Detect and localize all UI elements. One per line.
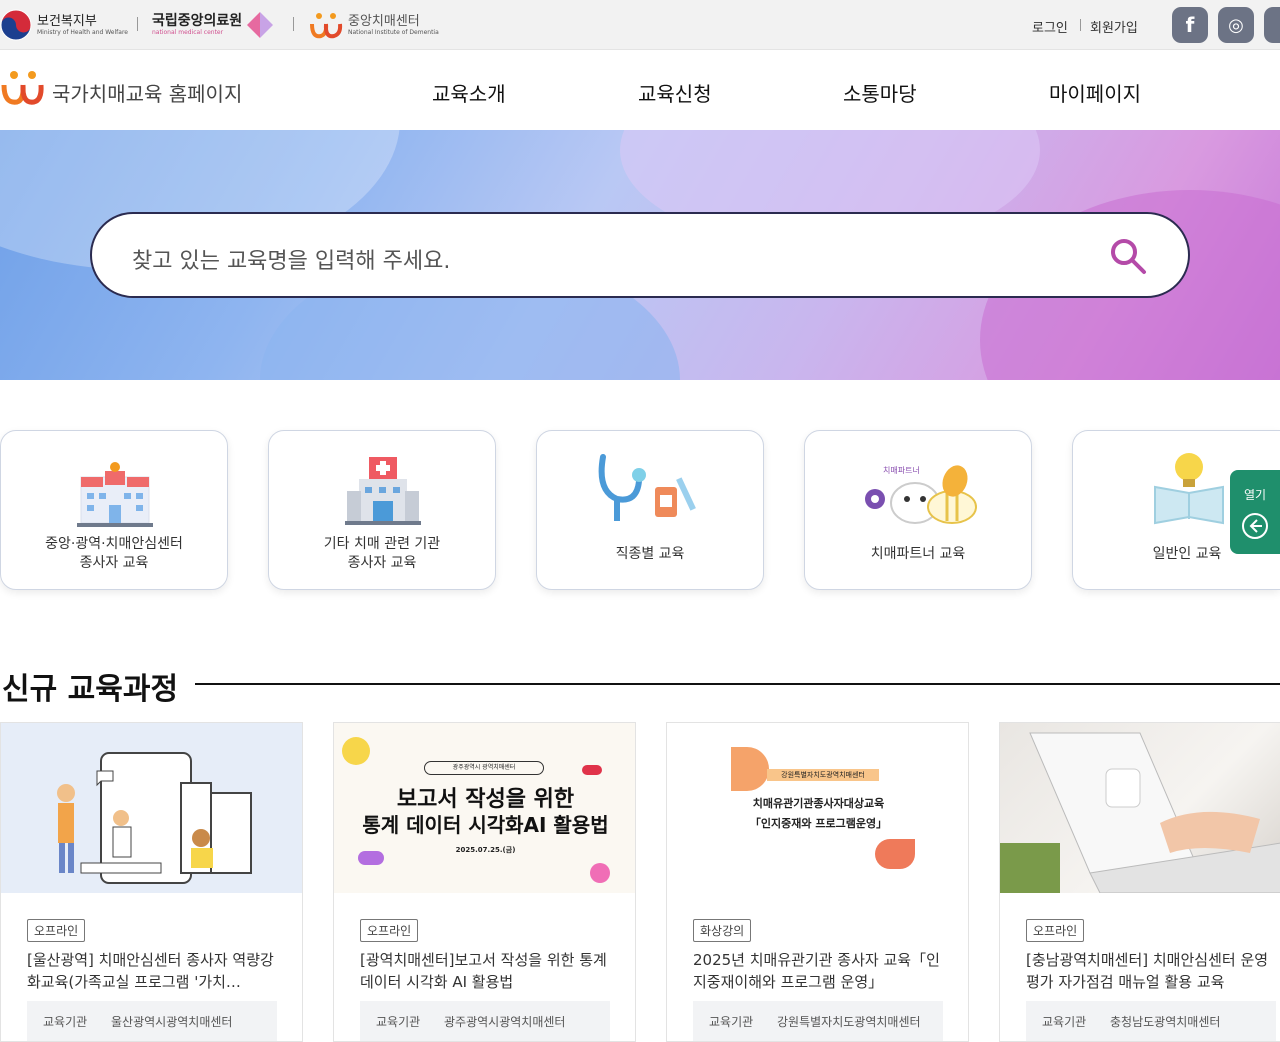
course-institution: 교육기관 광주광역시광역치매센터 (360, 1001, 610, 1041)
divider (137, 17, 138, 31)
course-type-badge: 오프라인 (1026, 919, 1085, 942)
search-icon[interactable] (1108, 236, 1148, 276)
course-card[interactable]: 강원특별자치도광역치매센터 치매유관기관종사자대상교육 「인지중재와 프로그램운… (666, 722, 969, 1042)
divider (1080, 19, 1081, 31)
facebook-icon[interactable]: f (1172, 7, 1208, 43)
search-box[interactable]: 찾고 있는 교육명을 입력해 주세요. (90, 212, 1190, 298)
institution-label: 교육기관 (1042, 1015, 1087, 1029)
course-type-badge: 오프라인 (27, 919, 86, 942)
bee-partner-icon: 치매파트너 (865, 465, 977, 524)
thumb-line2: 통계 데이터 시각화AI 활용법 (362, 813, 609, 837)
course-title[interactable]: 2025년 치매유관기관 종사자 교육「인지중재이해와 프로그램 운영」 (693, 949, 943, 993)
decor-shape (582, 765, 602, 775)
institution-name: 울산광역시광역치매센터 (111, 1015, 233, 1029)
nmc-name-en: national medical center (152, 28, 224, 36)
ministry-name-en: Ministry of Health and Welfare (37, 28, 128, 36)
quick-menu-tab[interactable]: 열기 (1230, 470, 1280, 554)
course-card[interactable]: 광주광역시 광역치매센터 보고서 작성을 위한 통계 데이터 시각화AI 활용법… (333, 722, 636, 1042)
course-thumbnail (1, 723, 302, 893)
course-card[interactable]: 오프라인 [충남광역치매센터] 치매안심센터 운영평가 자가점검 매뉴얼 활용 … (999, 722, 1280, 1042)
stethoscope-icon (598, 454, 696, 521)
decor-shape (731, 747, 769, 791)
section-title: 신규 교육과정 (2, 672, 179, 707)
institution-label: 교육기관 (709, 1015, 754, 1029)
top-utility-bar: 보건복지부 Ministry of Health and Welfare 국립중… (0, 0, 1280, 50)
course-type-badge: 화상강의 (693, 919, 752, 942)
people-illustration-icon (57, 752, 252, 884)
institution-name: 충청남도광역치매센터 (1110, 1015, 1221, 1029)
decor-flower (342, 737, 370, 765)
thumb-org: 광주광역시 광역치매센터 (424, 761, 544, 775)
nid-symbol-icon (310, 13, 343, 39)
nav-item-intro[interactable]: 교육소개 (432, 78, 506, 107)
divider (293, 17, 294, 31)
course-thumbnail (1000, 723, 1280, 893)
taegeuk-icon (0, 9, 32, 41)
hospital-building-icon (77, 462, 153, 527)
category-label: 치매파트너 교육 (870, 546, 966, 562)
bee-partner-text: 치매파트너 (883, 465, 920, 475)
course-title[interactable]: [울산광역] 치매안심센터 종사자 역량강화교육(가족교실 프로그램 '가치… (27, 949, 277, 993)
course-title[interactable]: [광역치매센터]보고서 작성을 위한 통계 데이터 시각화 AI 활용법 (360, 949, 610, 993)
main-header: 국가치매교육 홈페이지 교육소개 교육신청 소통마당 마이페이지 (0, 50, 1280, 130)
category-card-partner[interactable]: 치매파트너 치매파트너 교육 (804, 430, 1032, 590)
nav-item-community[interactable]: 소통마당 (843, 78, 917, 107)
nav-item-apply[interactable]: 교육신청 (638, 78, 712, 107)
institution-name: 광주광역시광역치매센터 (444, 1015, 566, 1029)
nid-name: 중앙치매센터 (348, 13, 420, 29)
category-label: 중앙·광역·치매안심센터 (45, 536, 183, 552)
join-link[interactable]: 회원가입 (1090, 17, 1138, 36)
thumb-line1: 치매유관기관종사자대상교육 (752, 797, 885, 810)
category-card-occupation[interactable]: 직종별 교육 (536, 430, 764, 590)
nmc-logo[interactable]: 국립중앙의료원 national medical center (152, 8, 275, 42)
category-card-other-institution[interactable]: 기타 치매 관련 기관 종사자 교육 (268, 430, 496, 590)
institution-label: 교육기관 (43, 1015, 88, 1029)
institution-name: 강원특별자치도광역치매센터 (777, 1015, 921, 1029)
search-input[interactable]: 찾고 있는 교육명을 입력해 주세요. (132, 243, 450, 275)
course-thumbnail: 광주광역시 광역치매센터 보고서 작성을 위한 통계 데이터 시각화AI 활용법… (334, 723, 635, 893)
ministry-logo[interactable]: 보건복지부 Ministry of Health and Welfare (0, 8, 128, 42)
nmc-symbol-icon (247, 12, 274, 38)
category-card-center-staff[interactable]: 중앙·광역·치매안심센터 종사자 교육 (0, 430, 228, 590)
course-card[interactable]: 오프라인 [울산광역] 치매안심센터 종사자 역량강화교육(가족교실 프로그램 … (0, 722, 303, 1042)
section-divider (195, 683, 1280, 685)
site-logo-icon[interactable] (0, 68, 46, 108)
course-institution: 교육기관 강원특별자치도광역치매센터 (693, 1001, 943, 1041)
course-institution: 교육기관 울산광역시광역치매센터 (27, 1001, 277, 1041)
thumb-line2: 「인지중재와 프로그램운영」 (749, 817, 888, 830)
course-thumbnail: 강원특별자치도광역치매센터 치매유관기관종사자대상교육 「인지중재와 프로그램운… (667, 723, 968, 893)
site-title[interactable]: 국가치매교육 홈페이지 (52, 78, 242, 107)
course-institution: 교육기관 충청남도광역치매센터 (1026, 1001, 1276, 1041)
category-label: 직종별 교육 (615, 546, 685, 562)
nmc-name: 국립중앙의료원 (152, 12, 243, 29)
quick-menu-label: 열기 (1243, 488, 1267, 502)
laptop-photo-icon (1000, 732, 1280, 893)
nid-logo[interactable]: 중앙치매센터 National Institute of Dementia (308, 8, 439, 42)
hero-banner: 찾고 있는 교육명을 입력해 주세요. (0, 130, 1280, 380)
institution-label: 교육기관 (376, 1015, 421, 1029)
category-label: 종사자 교육 (79, 555, 149, 571)
lightbulb-book-icon (1154, 453, 1224, 525)
decor-shape (875, 839, 915, 869)
arrow-left-circle-icon[interactable] (1241, 512, 1269, 540)
course-type-badge: 오프라인 (360, 919, 419, 942)
ministry-name: 보건복지부 (37, 13, 97, 29)
category-label: 종사자 교육 (347, 555, 417, 571)
category-label: 기타 치매 관련 기관 (323, 536, 441, 552)
decor-shape (590, 863, 610, 883)
nav-item-mypage[interactable]: 마이페이지 (1049, 78, 1141, 107)
login-link[interactable]: 로그인 (1032, 17, 1068, 36)
course-title[interactable]: [충남광역치매센터] 치매안심센터 운영평가 자가점검 매뉴얼 활용 교육 (1026, 949, 1276, 993)
decor-shape (358, 851, 384, 865)
medical-building-icon (345, 457, 421, 525)
thumb-org: 강원특별자치도광역치매센터 (767, 769, 879, 781)
youtube-icon[interactable] (1264, 7, 1280, 43)
nid-name-en: National Institute of Dementia (348, 28, 439, 36)
instagram-icon[interactable]: ◎ (1218, 7, 1254, 43)
